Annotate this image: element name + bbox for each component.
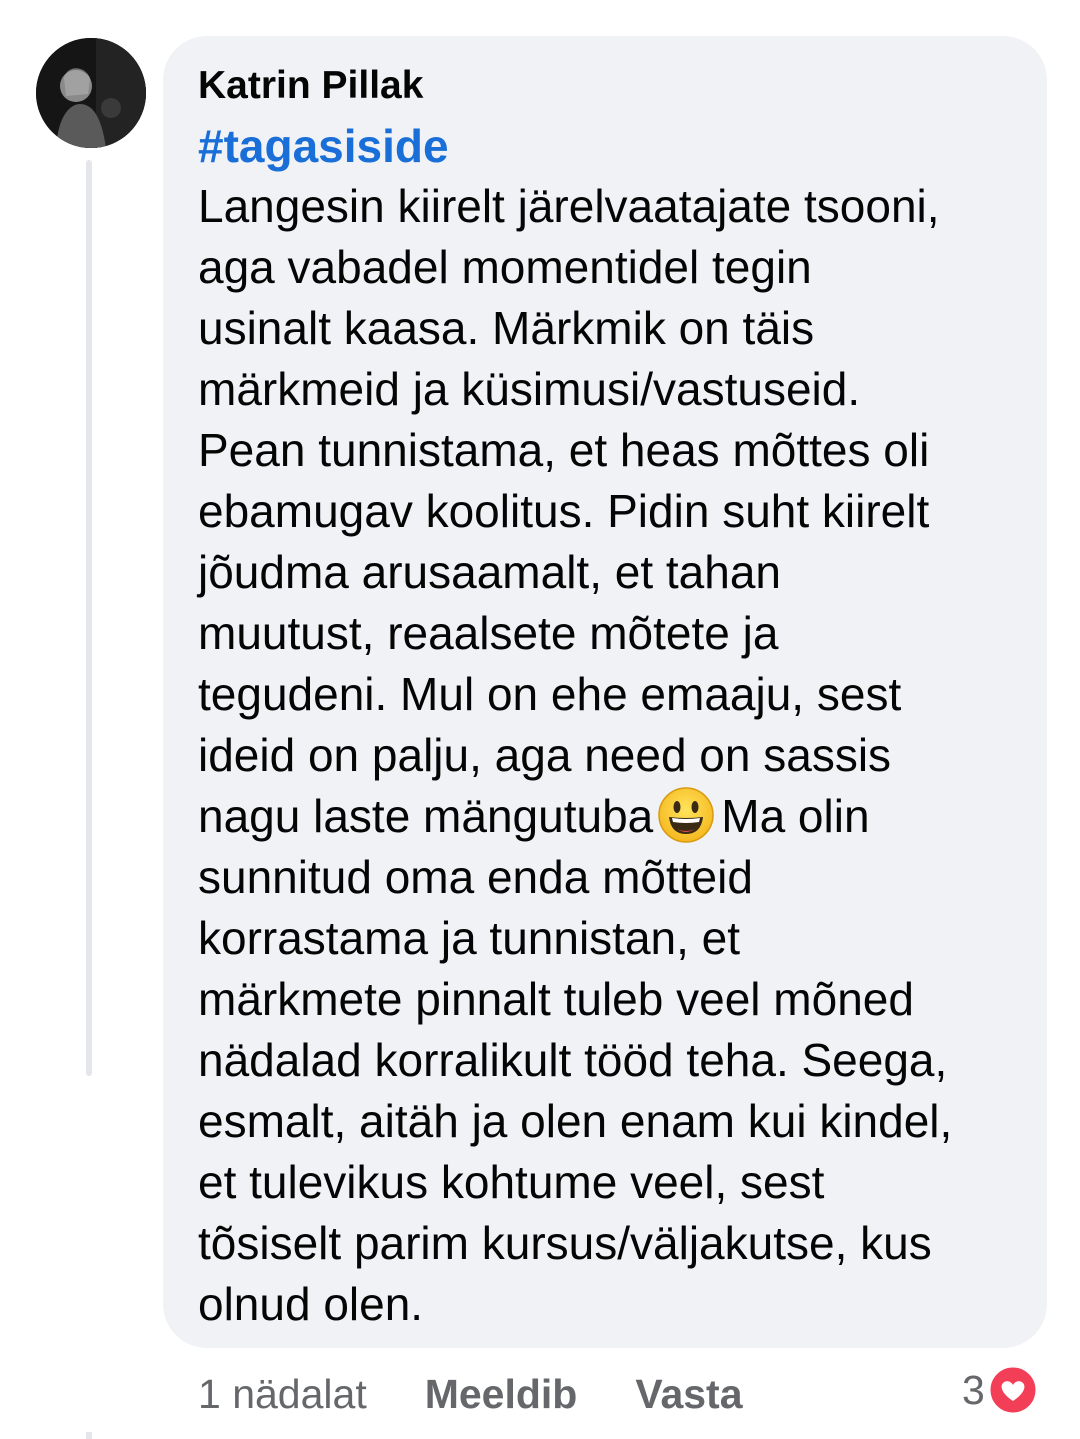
avatar[interactable]	[36, 38, 146, 148]
thread-line	[86, 160, 92, 1076]
comment-line: olnud olen.	[198, 1278, 424, 1330]
comment-line: muutust, reaalsete mõtete ja	[198, 607, 779, 659]
thread-line-continuation	[86, 1432, 92, 1439]
avatar-photo	[36, 38, 146, 148]
comment-line: tegudeni. Mul on ehe emaaju, sest	[198, 668, 902, 720]
reaction-count: 3	[962, 1366, 985, 1413]
hashtag-link[interactable]: #tagasiside	[198, 118, 449, 174]
heart-reaction-icon	[987, 1364, 1039, 1416]
grinning-face-icon	[657, 786, 715, 844]
comment-line: tõsiselt parim kursus/väljakutse, kus	[198, 1217, 932, 1269]
timestamp[interactable]: 1 nädalat	[198, 1371, 367, 1418]
reaction-summary[interactable]: 3	[962, 1362, 1039, 1418]
comment-line: et tulevikus kohtume veel, sest	[198, 1156, 825, 1208]
comment-line: Pean tunnistama, et heas mõttes oli	[198, 424, 930, 476]
comment-line: märkmeid ja küsimusi/vastuseid.	[198, 363, 861, 415]
comment-line-part: Ma olin	[721, 790, 870, 842]
comment-line: esmalt, aitäh ja olen enam kui kindel,	[198, 1095, 953, 1147]
comment-line: jõudma arusaamalt, et tahan	[198, 546, 782, 598]
comment-line: märkmete pinnalt tuleb veel mõned	[198, 973, 914, 1025]
comment-line-part: nagu laste mängutuba	[198, 790, 654, 842]
comment-line: korrastama ja tunnistan, et	[198, 912, 741, 964]
reply-button[interactable]: Vasta	[635, 1371, 742, 1418]
comment-line: ebamugav koolitus. Pidin suht kiirelt	[198, 485, 930, 537]
like-button[interactable]: Meeldib	[425, 1371, 578, 1418]
comment-line-with-emoji: nagu laste mängutuba Ma olin	[198, 786, 1017, 847]
comment-line: nädalad korralikult tööd teha. Seega,	[198, 1034, 948, 1086]
comment-line: aga vabadel momentidel tegin	[198, 241, 812, 293]
comment-line: sunnitud oma enda mõtteid	[198, 851, 753, 903]
comment-text: Langesin kiirelt järelvaatajate tsooni, …	[198, 176, 1017, 1335]
comment-actions: 1 nädalat Meeldib Vasta	[198, 1366, 743, 1422]
comment-screen: Katrin Pillak #tagasiside Langesin kiire…	[0, 0, 1080, 1439]
author-name[interactable]: Katrin Pillak	[198, 62, 1017, 110]
comment-line: ideid on palju, aga need on sassis	[198, 729, 892, 781]
comment-line: usinalt kaasa. Märkmik on täis	[198, 302, 815, 354]
comment-bubble: Katrin Pillak #tagasiside Langesin kiire…	[163, 36, 1047, 1348]
comment-line: Langesin kiirelt järelvaatajate tsooni,	[198, 180, 940, 232]
